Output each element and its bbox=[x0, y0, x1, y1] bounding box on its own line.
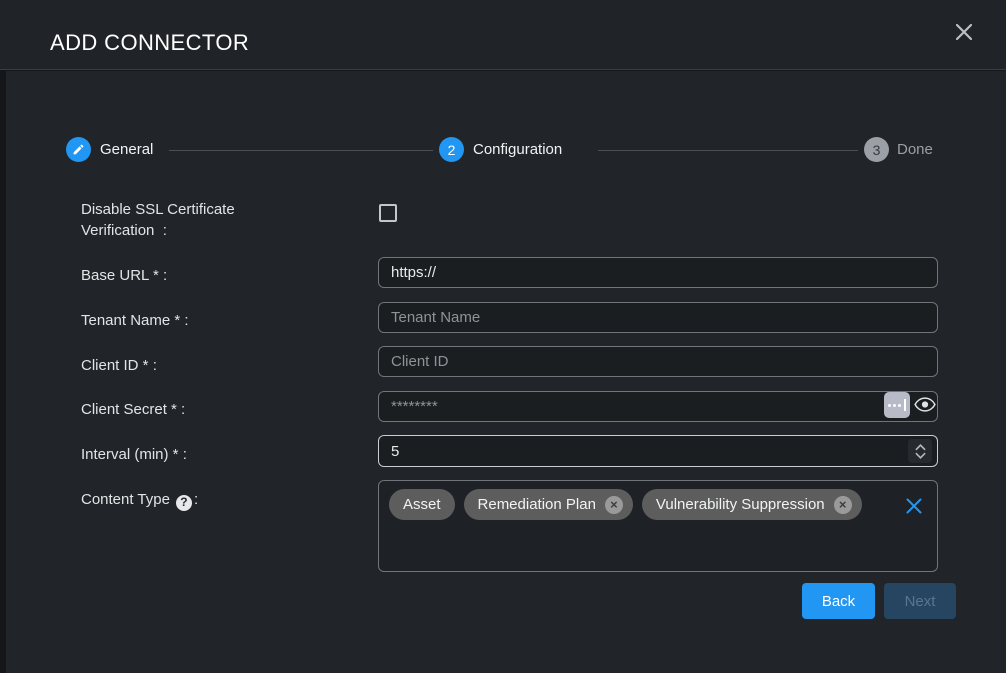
tag-label: Asset bbox=[403, 496, 441, 513]
step-general-label: General bbox=[100, 141, 153, 158]
step-done-indicator: 3 bbox=[864, 137, 889, 162]
tag-remove-icon[interactable]: × bbox=[834, 496, 852, 514]
step-general-indicator[interactable] bbox=[66, 137, 91, 162]
content-type-multiselect[interactable]: Asset Remediation Plan × Vulnerability S… bbox=[378, 480, 938, 572]
back-button[interactable]: Back bbox=[802, 583, 875, 619]
add-connector-modal: ADD CONNECTOR General 2 Configuration 3 … bbox=[0, 0, 1006, 673]
content-type-label: Content Type?: bbox=[81, 489, 198, 511]
base-url-label: Base URL * : bbox=[81, 265, 167, 286]
interval-stepper[interactable] bbox=[908, 439, 932, 463]
modal-header: ADD CONNECTOR bbox=[0, 0, 1006, 70]
client-secret-label: Client Secret * : bbox=[81, 399, 185, 420]
tag-vulnerability-suppression: Vulnerability Suppression × bbox=[642, 489, 862, 520]
modal-body: General 2 Configuration 3 Done Disable S… bbox=[6, 71, 1006, 673]
step-connector-line bbox=[598, 150, 858, 151]
tag-label: Remediation Plan bbox=[478, 496, 596, 513]
client-secret-input[interactable] bbox=[378, 391, 938, 422]
clear-all-icon[interactable] bbox=[905, 497, 923, 515]
chevron-down-icon bbox=[915, 452, 926, 459]
interval-input[interactable] bbox=[378, 435, 938, 467]
chevron-up-icon bbox=[915, 444, 926, 451]
close-icon[interactable] bbox=[952, 20, 976, 44]
tag-remediation-plan: Remediation Plan × bbox=[464, 489, 633, 520]
page-title: ADD CONNECTOR bbox=[50, 30, 249, 56]
tag-remove-icon[interactable]: × bbox=[605, 496, 623, 514]
client-id-label: Client ID * : bbox=[81, 355, 157, 376]
tenant-name-input[interactable] bbox=[378, 302, 938, 333]
client-id-input[interactable] bbox=[378, 346, 938, 377]
base-url-input[interactable] bbox=[378, 257, 938, 288]
ssl-verification-label: Disable SSL Certificate Verification : bbox=[81, 199, 303, 241]
tag-asset: Asset bbox=[389, 489, 455, 520]
next-button[interactable]: Next bbox=[884, 583, 956, 619]
tenant-name-label: Tenant Name * : bbox=[81, 310, 189, 331]
ssl-verification-checkbox[interactable] bbox=[379, 204, 397, 222]
password-ellipsis-icon[interactable] bbox=[884, 392, 910, 418]
tag-label: Vulnerability Suppression bbox=[656, 496, 825, 513]
show-password-eye-icon[interactable] bbox=[914, 396, 936, 413]
step-done-label: Done bbox=[897, 141, 933, 158]
pencil-icon bbox=[72, 143, 85, 156]
content-type-label-text: Content Type bbox=[81, 491, 170, 508]
step-configuration-label: Configuration bbox=[473, 141, 562, 158]
help-icon[interactable]: ? bbox=[176, 495, 192, 511]
step-configuration-indicator[interactable]: 2 bbox=[439, 137, 464, 162]
content-type-colon: : bbox=[194, 491, 198, 508]
interval-label: Interval (min) * : bbox=[81, 444, 187, 465]
step-connector-line bbox=[169, 150, 433, 151]
